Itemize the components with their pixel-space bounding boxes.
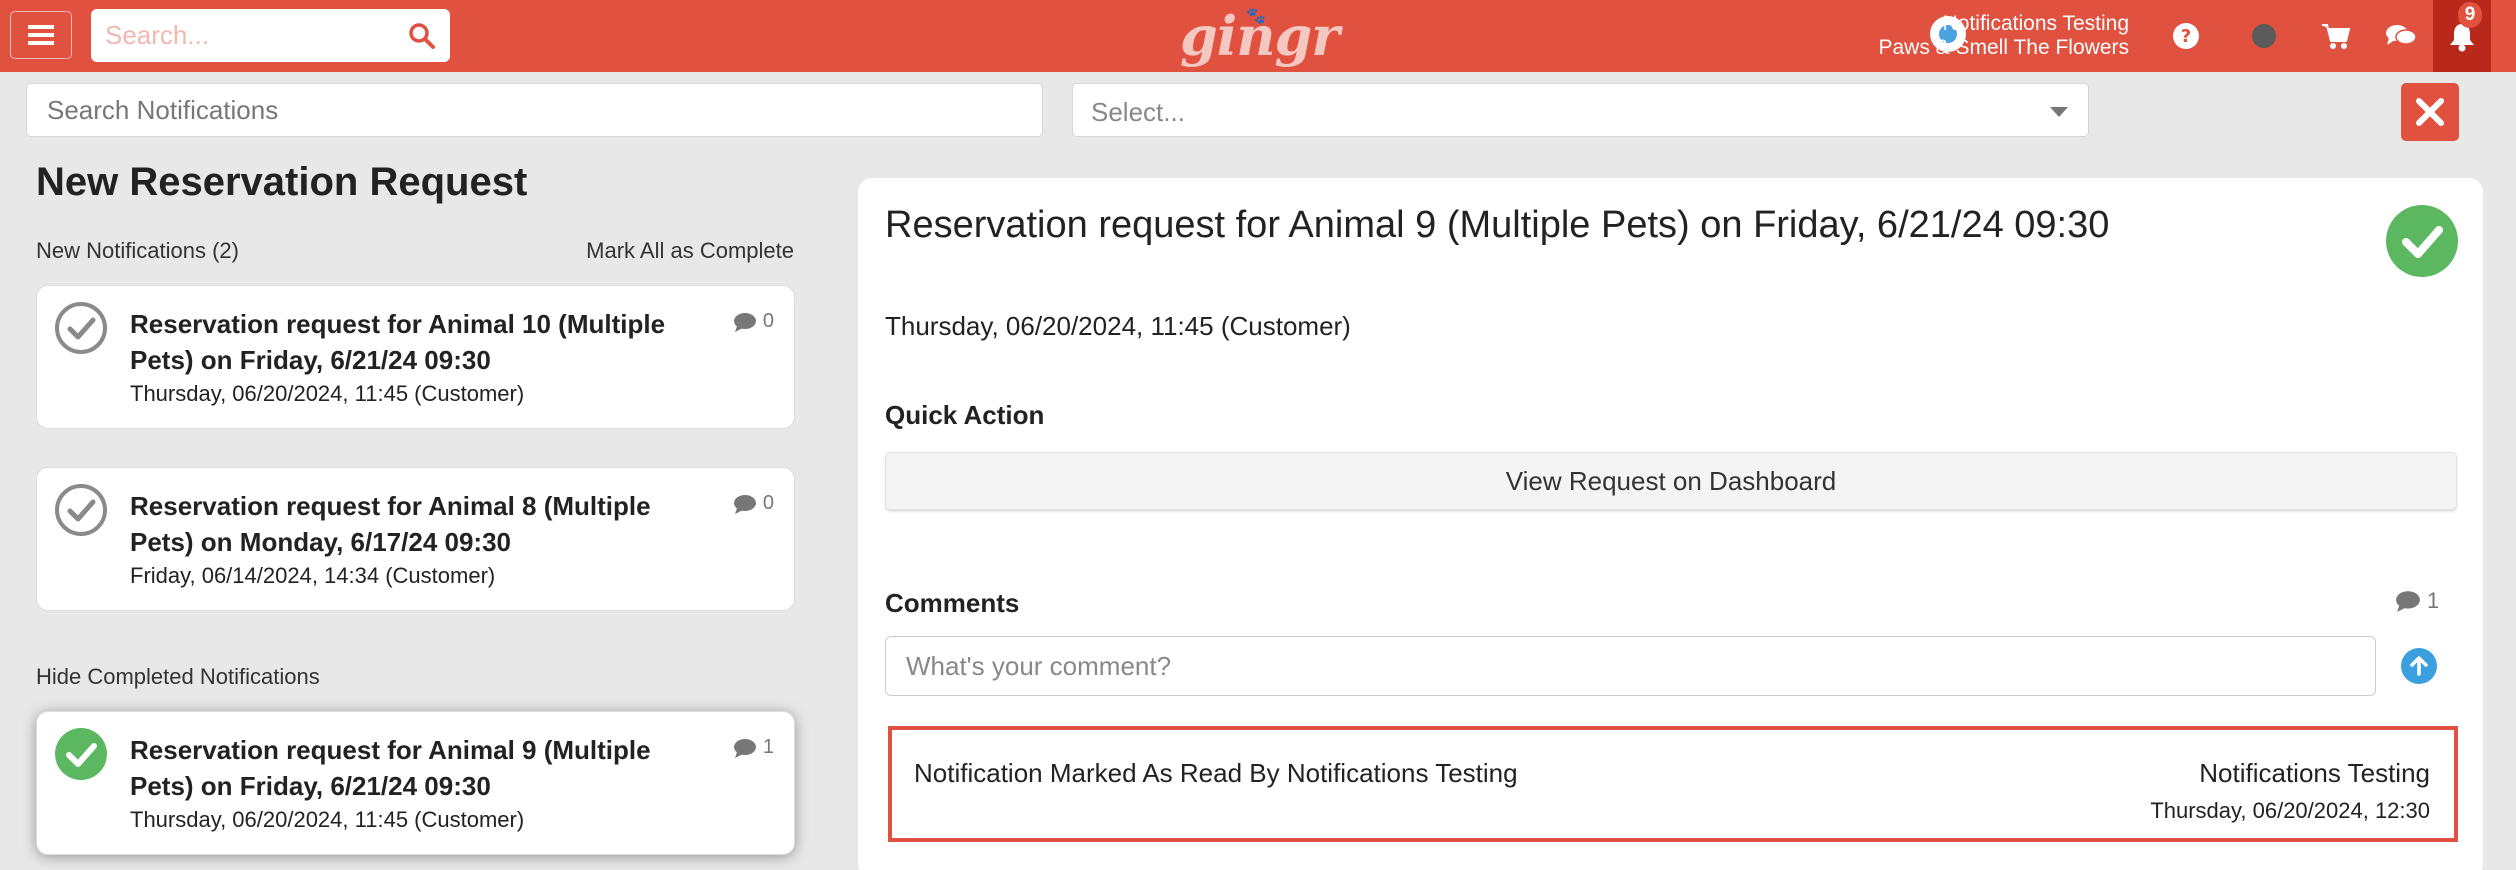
notification-count-badge: 9 [2458, 2, 2482, 28]
chat-icon[interactable] [2385, 20, 2417, 52]
comment-icon [733, 494, 756, 514]
notification-title: Reservation request for Animal 10 (Multi… [130, 309, 666, 375]
hamburger-menu-button[interactable] [10, 11, 72, 59]
detail-date: Thursday, 06/20/2024, 11:45 (Customer) [885, 311, 1351, 341]
status-dot-icon[interactable] [2248, 20, 2280, 52]
paw-icon: 🐾 [1246, 8, 1266, 25]
comment-icon [733, 312, 756, 332]
notification-search-input[interactable] [27, 84, 1042, 136]
mark-all-complete-link[interactable]: Mark All as Complete [584, 238, 794, 264]
location-name: Paws & Smell The Flowers [1878, 36, 2129, 59]
comment-timestamp: Thursday, 06/20/2024, 12:30 [2150, 798, 2430, 823]
notification-title: Reservation request for Animal 8 (Multip… [130, 491, 651, 557]
top-navbar: gingr 🐾 Notifications Testing Paws & Sme… [0, 0, 2516, 72]
notification-title: Reservation request for Animal 9 (Multip… [130, 735, 651, 801]
notification-card-selected[interactable]: Reservation request for Animal 9 (Multip… [36, 711, 795, 855]
notification-card[interactable]: Reservation request for Animal 10 (Multi… [36, 285, 795, 429]
global-search-input[interactable] [105, 9, 395, 62]
notification-type-select[interactable]: Select... [1072, 83, 2089, 137]
comment-author: Notifications Testing [2199, 758, 2430, 788]
user-name: Notifications Testing [1942, 12, 2129, 35]
close-icon [2416, 98, 2444, 126]
cart-icon[interactable] [2320, 20, 2352, 52]
detail-title: Reservation request for Animal 9 (Multip… [885, 204, 2110, 246]
comment-count: 0 [733, 492, 774, 515]
notification-card[interactable]: Reservation request for Animal 8 (Multip… [36, 467, 795, 611]
completed-check-icon[interactable] [2386, 205, 2458, 277]
chevron-down-icon [2050, 107, 2068, 117]
svg-text:?: ? [2181, 26, 2191, 47]
notification-meta: Friday, 06/14/2024, 14:34 (Customer) [130, 563, 496, 588]
help-icon[interactable]: ? [2170, 20, 2202, 52]
view-dashboard-button[interactable]: View Request on Dashboard [885, 452, 2457, 510]
comment-count-value: 1 [762, 736, 774, 758]
notification-meta: Thursday, 06/20/2024, 11:45 (Customer) [130, 807, 525, 832]
notification-meta: Thursday, 06/20/2024, 11:45 (Customer) [130, 381, 525, 406]
quick-action-label: Quick Action [885, 400, 1045, 430]
user-location-info[interactable]: Notifications Testing Paws & Smell The F… [1878, 12, 2129, 60]
hide-completed-link[interactable]: Hide Completed Notifications [36, 664, 320, 690]
comment-count-value: 0 [762, 492, 774, 514]
comment-count: 1 [733, 736, 774, 759]
mark-complete-icon[interactable] [55, 484, 107, 536]
hamburger-icon [28, 25, 54, 45]
notification-search [26, 83, 1043, 137]
comment-field [885, 636, 2376, 696]
mark-complete-icon[interactable] [55, 302, 107, 354]
notification-detail-panel: Reservation request for Animal 9 (Multip… [858, 178, 2483, 870]
page-title: New Reservation Request [36, 160, 528, 204]
arrow-up-icon [2410, 656, 2428, 676]
comment-entry: Notification Marked As Read By Notificat… [888, 726, 2458, 842]
search-icon[interactable] [408, 22, 436, 50]
comment-text: Notification Marked As Read By Notificat… [914, 758, 1518, 788]
comment-count-value: 0 [762, 310, 774, 332]
close-button[interactable] [2401, 83, 2459, 141]
comments-count: 1 [2395, 588, 2439, 614]
comments-count-value: 1 [2427, 588, 2440, 613]
comment-icon [733, 738, 756, 758]
submit-comment-button[interactable] [2401, 648, 2437, 684]
comments-label: Comments [885, 588, 1020, 618]
comment-input[interactable] [886, 637, 2375, 695]
new-notifications-label: New Notifications (2) [36, 238, 239, 263]
completed-check-icon[interactable] [55, 728, 107, 780]
select-placeholder: Select... [1091, 97, 1185, 127]
global-search [91, 9, 450, 62]
comment-icon [2396, 591, 2420, 612]
comment-count: 0 [733, 310, 774, 333]
